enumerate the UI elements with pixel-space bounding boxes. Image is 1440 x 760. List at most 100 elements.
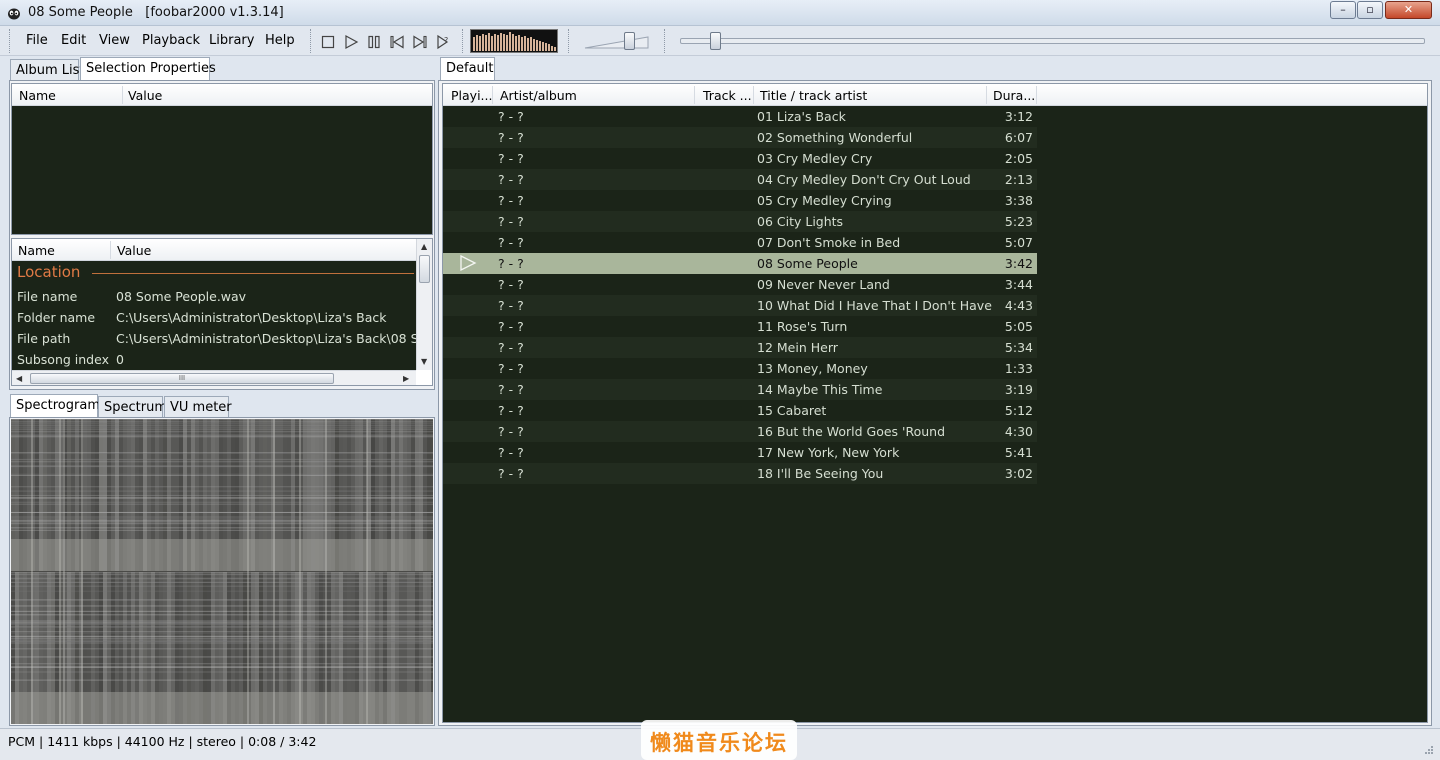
previous-icon[interactable] [389, 34, 405, 50]
random-icon[interactable]: ? [436, 34, 452, 50]
playlist-row[interactable]: ? - ? 02 Something Wonderful 6:07 [443, 127, 1037, 148]
playlist-row[interactable]: ? - ? 13 Money, Money 1:33 [443, 358, 1037, 379]
seek-slider-thumb[interactable] [710, 32, 722, 50]
close-button[interactable]: ✕ [1385, 1, 1432, 19]
scroll-left-icon[interactable]: ◀ [16, 374, 22, 383]
menu-edit[interactable]: Edit [61, 33, 86, 48]
scroll-down-icon[interactable]: ▼ [421, 357, 427, 366]
title-cell: 10 What Did I Have That I Don't Have [757, 298, 992, 313]
hscroll-thumb[interactable]: III [30, 373, 334, 384]
tab-vu-meter[interactable]: VU meter [164, 396, 232, 418]
col-name-header[interactable]: Name [19, 88, 56, 103]
menu-file[interactable]: File [26, 33, 48, 48]
col-title-header[interactable]: Title / track artist [760, 88, 867, 103]
playlist-header: Playi... Artist/album Track ... Title / … [443, 84, 1427, 106]
vis-grip[interactable] [462, 29, 465, 53]
playlist-row-now-playing[interactable]: ? - ? 08 Some People 3:42 [443, 253, 1037, 274]
tab-default-playlist[interactable]: Default [440, 57, 495, 81]
next-icon[interactable] [412, 34, 428, 50]
volume-grip[interactable] [568, 29, 571, 53]
tab-selection-properties[interactable]: Selection Properties [80, 57, 216, 81]
play-icon[interactable] [343, 34, 359, 50]
artist-album-cell: ? - ? [498, 298, 524, 313]
properties-body[interactable]: Location File name 08 Some People.wav Fo… [12, 261, 416, 370]
property-key: File name [17, 289, 78, 304]
playlist-row[interactable]: ? - ? 17 New York, New York 5:41 [443, 442, 1037, 463]
playlist-row[interactable]: ? - ? 03 Cry Medley Cry 2:05 [443, 148, 1037, 169]
property-row[interactable]: Subsong index 0 [14, 349, 414, 370]
menu-view[interactable]: View [99, 33, 130, 48]
top-table-body[interactable] [12, 106, 432, 234]
mini-spectrum-bar [536, 40, 538, 51]
duration-cell: 4:43 [1004, 298, 1033, 313]
seek-grip[interactable] [664, 29, 667, 53]
playlist-row[interactable]: ? - ? 07 Don't Smoke in Bed 5:07 [443, 232, 1037, 253]
col-track-header[interactable]: Track ... [703, 88, 752, 103]
prop-col-name-header[interactable]: Name [18, 243, 55, 258]
tab-spectrum[interactable]: Spectrum [98, 396, 167, 418]
title-cell: 16 But the World Goes 'Round [757, 424, 946, 439]
properties-hscrollbar[interactable]: ◀ III ▶ [12, 370, 416, 385]
artist-album-cell: ? - ? [498, 214, 524, 229]
playlist-row[interactable]: ? - ? 14 Maybe This Time 3:19 [443, 379, 1037, 400]
duration-cell: 2:05 [1004, 151, 1033, 166]
title-cell: 03 Cry Medley Cry [757, 151, 873, 166]
title-cell: 01 Liza's Back [757, 109, 846, 124]
vscroll-thumb[interactable] [419, 255, 430, 283]
scroll-up-icon[interactable]: ▲ [421, 242, 427, 251]
properties-vscrollbar[interactable]: ▲ ▼ [416, 239, 432, 370]
property-value: C:\Users\Administrator\Desktop\Liza's Ba… [116, 310, 387, 325]
property-row[interactable]: Folder name C:\Users\Administrator\Deskt… [14, 307, 414, 328]
artist-album-cell: ? - ? [498, 235, 524, 250]
property-row[interactable]: File name 08 Some People.wav [14, 286, 414, 307]
controls-grip[interactable] [310, 29, 313, 53]
duration-cell: 3:02 [1004, 466, 1033, 481]
col-playing-header[interactable]: Playi... [451, 88, 492, 103]
minimize-button[interactable]: – [1330, 1, 1356, 19]
tab-album-list[interactable]: Album List [10, 59, 85, 81]
volume-track[interactable] [584, 34, 650, 50]
maximize-button[interactable]: ▫ [1357, 1, 1383, 19]
prop-col-value-header[interactable]: Value [117, 243, 151, 258]
col-artist-header[interactable]: Artist/album [500, 88, 577, 103]
playlist-row[interactable]: ? - ? 09 Never Never Land 3:44 [443, 274, 1037, 295]
tab-spectrogram[interactable]: Spectrogram [10, 394, 100, 418]
playlist-row[interactable]: ? - ? 01 Liza's Back 3:12 [443, 106, 1037, 127]
resize-grip-icon[interactable] [1422, 743, 1434, 755]
menu-library[interactable]: Library [209, 33, 254, 48]
playlist-row[interactable]: ? - ? 10 What Did I Have That I Don't Hav… [443, 295, 1037, 316]
mini-spectrum-bar [476, 35, 478, 51]
close-icon: ✕ [1403, 3, 1414, 16]
property-row[interactable]: File path C:\Users\Administrator\Desktop… [14, 328, 416, 349]
playlist-row[interactable]: ? - ? 06 City Lights 5:23 [443, 211, 1037, 232]
menu-playback[interactable]: Playback [142, 33, 200, 48]
foobar-app-icon [8, 8, 20, 20]
top-table-header: Name Value [12, 84, 432, 106]
duration-cell: 5:34 [1004, 340, 1033, 355]
playlist-row[interactable]: ? - ? 18 I'll Be Seeing You 3:02 [443, 463, 1037, 484]
col-duration-header[interactable]: Dura... [993, 88, 1035, 103]
playlist-row[interactable]: ? - ? 11 Rose's Turn 5:05 [443, 316, 1037, 337]
stop-icon[interactable] [320, 34, 336, 50]
playlist-row[interactable]: ? - ? 16 But the World Goes 'Round 4:30 [443, 421, 1037, 442]
menu-grip[interactable] [9, 29, 12, 53]
title-cell: 04 Cry Medley Don't Cry Out Loud [757, 172, 971, 187]
seek-bar[interactable] [680, 38, 1425, 44]
playlist-row[interactable]: ? - ? 15 Cabaret 5:12 [443, 400, 1037, 421]
duration-cell: 3:38 [1004, 193, 1033, 208]
col-value-header[interactable]: Value [128, 88, 162, 103]
artist-album-cell: ? - ? [498, 340, 524, 355]
playlist-row[interactable]: ? - ? 04 Cry Medley Don't Cry Out Loud 2:1… [443, 169, 1037, 190]
artist-album-cell: ? - ? [498, 151, 524, 166]
playlist-view[interactable]: Playi... Artist/album Track ... Title / … [442, 83, 1428, 723]
duration-cell: 5:05 [1004, 319, 1033, 334]
mini-spectrum-visualization[interactable] [470, 29, 558, 53]
playlist-row[interactable]: ? - ? 12 Mein Herr 5:34 [443, 337, 1037, 358]
menu-help[interactable]: Help [265, 33, 295, 48]
duration-cell: 4:30 [1004, 424, 1033, 439]
volume-slider-thumb[interactable] [623, 32, 635, 50]
playlist-row[interactable]: ? - ? 05 Cry Medley Crying 3:38 [443, 190, 1037, 211]
playlist-body[interactable]: ? - ? 01 Liza's Back 3:12 ? - ? 02 Something… [443, 106, 1427, 722]
pause-icon[interactable] [366, 34, 382, 50]
scroll-right-icon[interactable]: ▶ [403, 374, 409, 383]
